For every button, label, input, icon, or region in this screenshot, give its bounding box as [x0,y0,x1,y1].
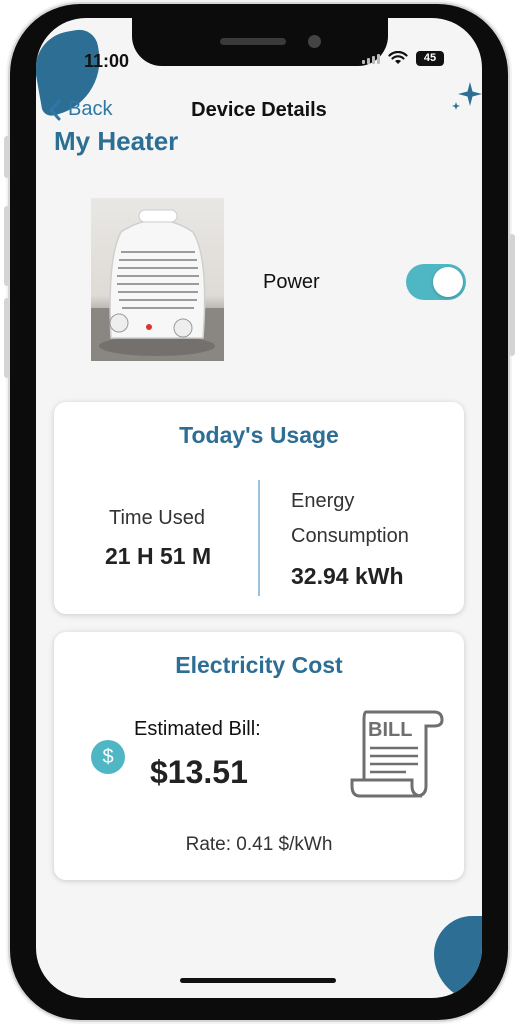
usage-divider [258,480,260,596]
home-indicator[interactable] [180,978,336,983]
heater-image [91,198,224,361]
speaker [220,38,286,45]
toggle-knob [433,267,463,297]
power-toggle[interactable] [406,264,466,300]
page-title: Device Details [191,99,327,121]
status-icons: 45 [362,51,444,66]
power-label: Power [263,271,320,293]
energy-label-line2: Consumption [291,525,409,547]
estimated-bill-label: Estimated Bill: [134,718,261,740]
side-button-power [509,234,515,356]
energy-value: 32.94 kWh [291,563,404,589]
device-name: My Heater [54,126,179,156]
rate-text: Rate: 0.41 $/kWh [185,834,333,855]
side-button-volume-up [4,206,10,286]
time-used-value: 21 H 51 M [105,543,212,569]
signal-icon [362,53,380,64]
cost-card: Electricity Cost $ Estimated Bill: $13.5… [54,632,464,880]
side-button-silent [4,136,10,178]
status-time: 11:00 [84,51,130,71]
energy-label-line1: Energy [291,490,355,512]
front-camera [308,35,321,48]
dollar-icon: $ [91,740,125,774]
app-screen: 11:00 45 Back Device Details My Heater P… [36,18,482,998]
bill-icon-text: BILL [368,719,412,741]
wifi-icon [388,51,408,64]
bill-receipt-icon: BILL [350,710,444,798]
cost-title: Electricity Cost [175,652,343,678]
side-button-volume-down [4,298,10,378]
estimated-bill-value: $13.51 [150,754,248,790]
time-used-label: Time Used [109,507,205,529]
notch [132,18,388,66]
battery-indicator: 45 [416,51,444,66]
decorative-blob-bottom [434,916,482,998]
usage-card: Today's Usage Time Used 21 H 51 M Energy… [54,402,464,614]
usage-title: Today's Usage [179,422,339,448]
